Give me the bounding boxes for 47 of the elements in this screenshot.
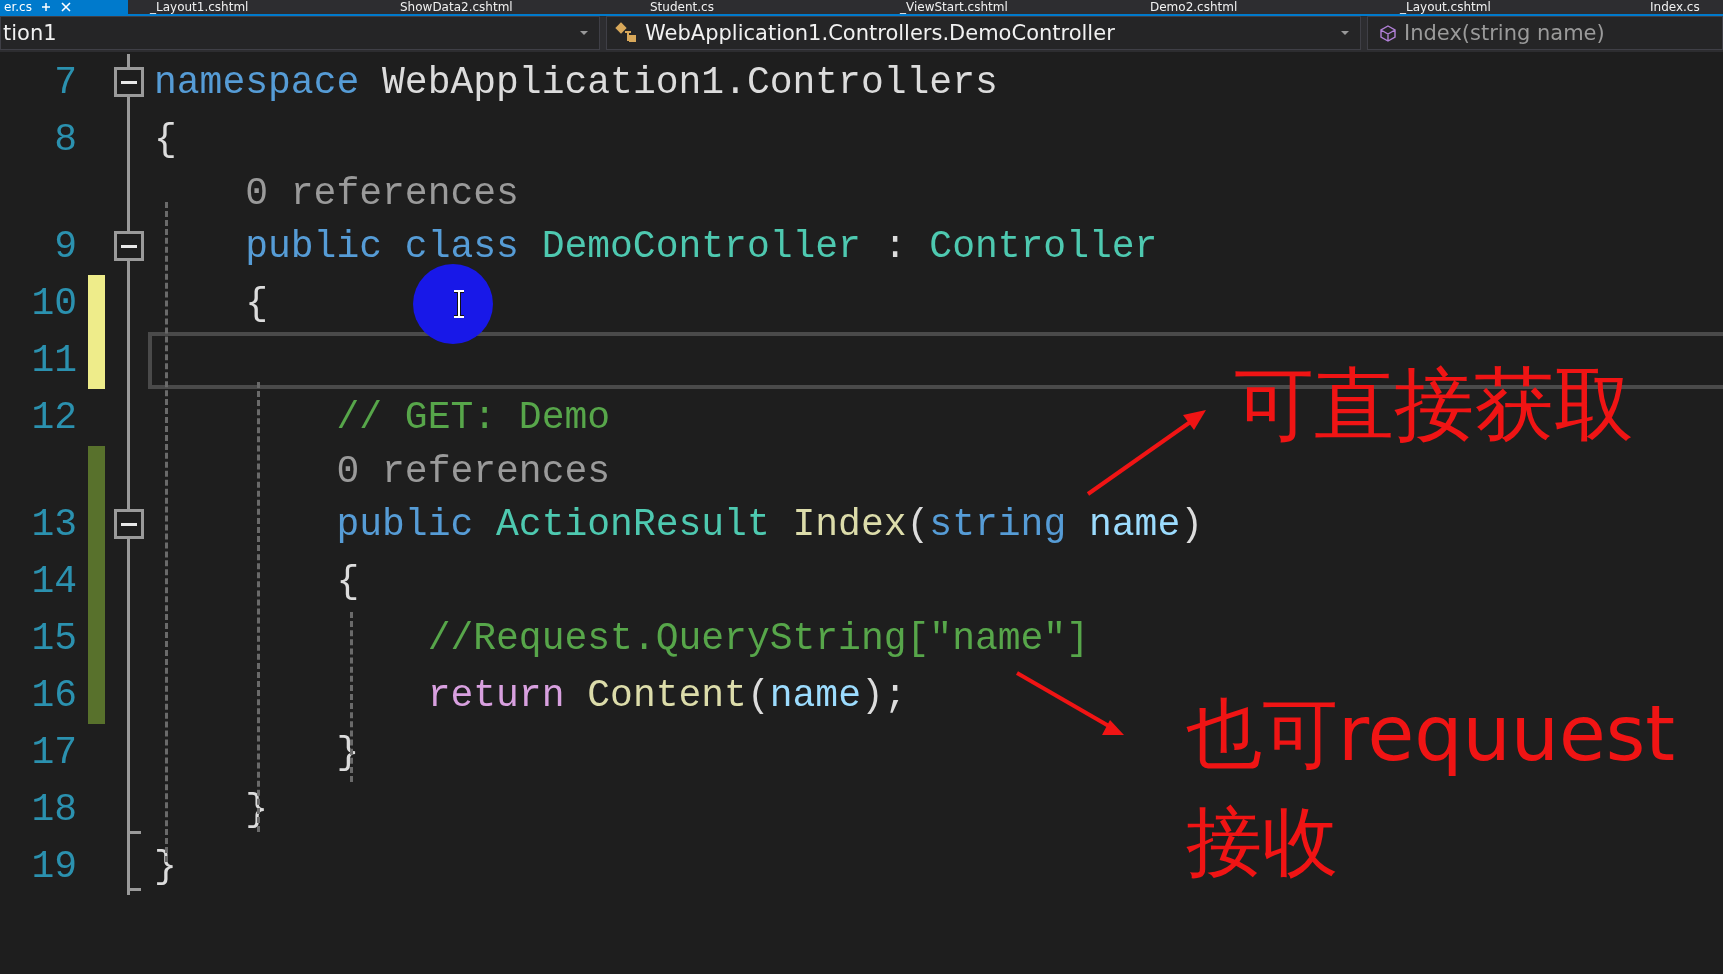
code-line: //Request.QueryString["name"]: [427, 617, 1089, 660]
collapse-icon[interactable]: [114, 67, 144, 97]
code-line: // GET: Demo: [336, 396, 611, 439]
project-dropdown[interactable]: tion1: [0, 16, 600, 50]
line-number: 11: [30, 339, 77, 382]
line-number: 18: [30, 788, 77, 831]
close-icon: [59, 1, 72, 13]
line-number: 12: [30, 396, 77, 439]
class-icon: [615, 22, 637, 44]
line-number: 13: [30, 503, 77, 546]
editor-tab[interactable]: _ViewStart.cshtml: [878, 0, 1128, 14]
editor-tab[interactable]: Student.cs: [628, 0, 878, 14]
member-dropdown[interactable]: Index(string name): [1367, 16, 1723, 50]
line-number: 10: [30, 282, 77, 325]
line-number: 8: [53, 118, 77, 161]
pin-icon: [39, 1, 52, 13]
editor-tab[interactable]: _Layout.cshtml: [1378, 0, 1628, 14]
code-line: namespace WebApplication1.Controllers: [154, 61, 998, 104]
text-cursor-icon: [453, 290, 465, 318]
editor-tab[interactable]: _Layout1.cshtml: [128, 0, 378, 14]
caret-icon: [579, 29, 589, 37]
editor-tab[interactable]: er.cs: [0, 0, 128, 14]
code-line: public ActionResult Index(string name): [336, 503, 1204, 546]
code-line: {: [245, 282, 268, 325]
collapse-icon[interactable]: [114, 509, 144, 539]
line-number: 14: [30, 560, 77, 603]
code-line: {: [336, 560, 360, 603]
type-dropdown[interactable]: WebApplication1.Controllers.DemoController: [606, 16, 1361, 50]
caret-icon: [1340, 29, 1350, 37]
references-link[interactable]: 0 references: [245, 171, 519, 215]
annotation-text: 也可requuest 接收: [1186, 688, 1676, 888]
line-number: 19: [30, 845, 77, 888]
editor-tab[interactable]: Demo2.cshtml: [1128, 0, 1378, 14]
editor-tab[interactable]: ShowData2.cshtml: [378, 0, 628, 14]
annotation-text: 可直接获取: [1234, 360, 1634, 450]
line-number: 7: [53, 61, 77, 104]
line-number: 17: [30, 731, 77, 774]
collapse-icon[interactable]: [114, 231, 144, 261]
line-number: 16: [30, 674, 77, 717]
editor-tab[interactable]: Index.cs: [1628, 0, 1723, 14]
references-link[interactable]: 0 references: [336, 449, 611, 493]
code-line: public class DemoController : Controller: [245, 225, 1158, 268]
code-line: {: [154, 118, 177, 161]
line-number: 15: [30, 617, 77, 660]
code-line: return Content(name);: [427, 674, 907, 717]
cube-icon: [1380, 24, 1396, 42]
line-number: 9: [53, 225, 77, 268]
